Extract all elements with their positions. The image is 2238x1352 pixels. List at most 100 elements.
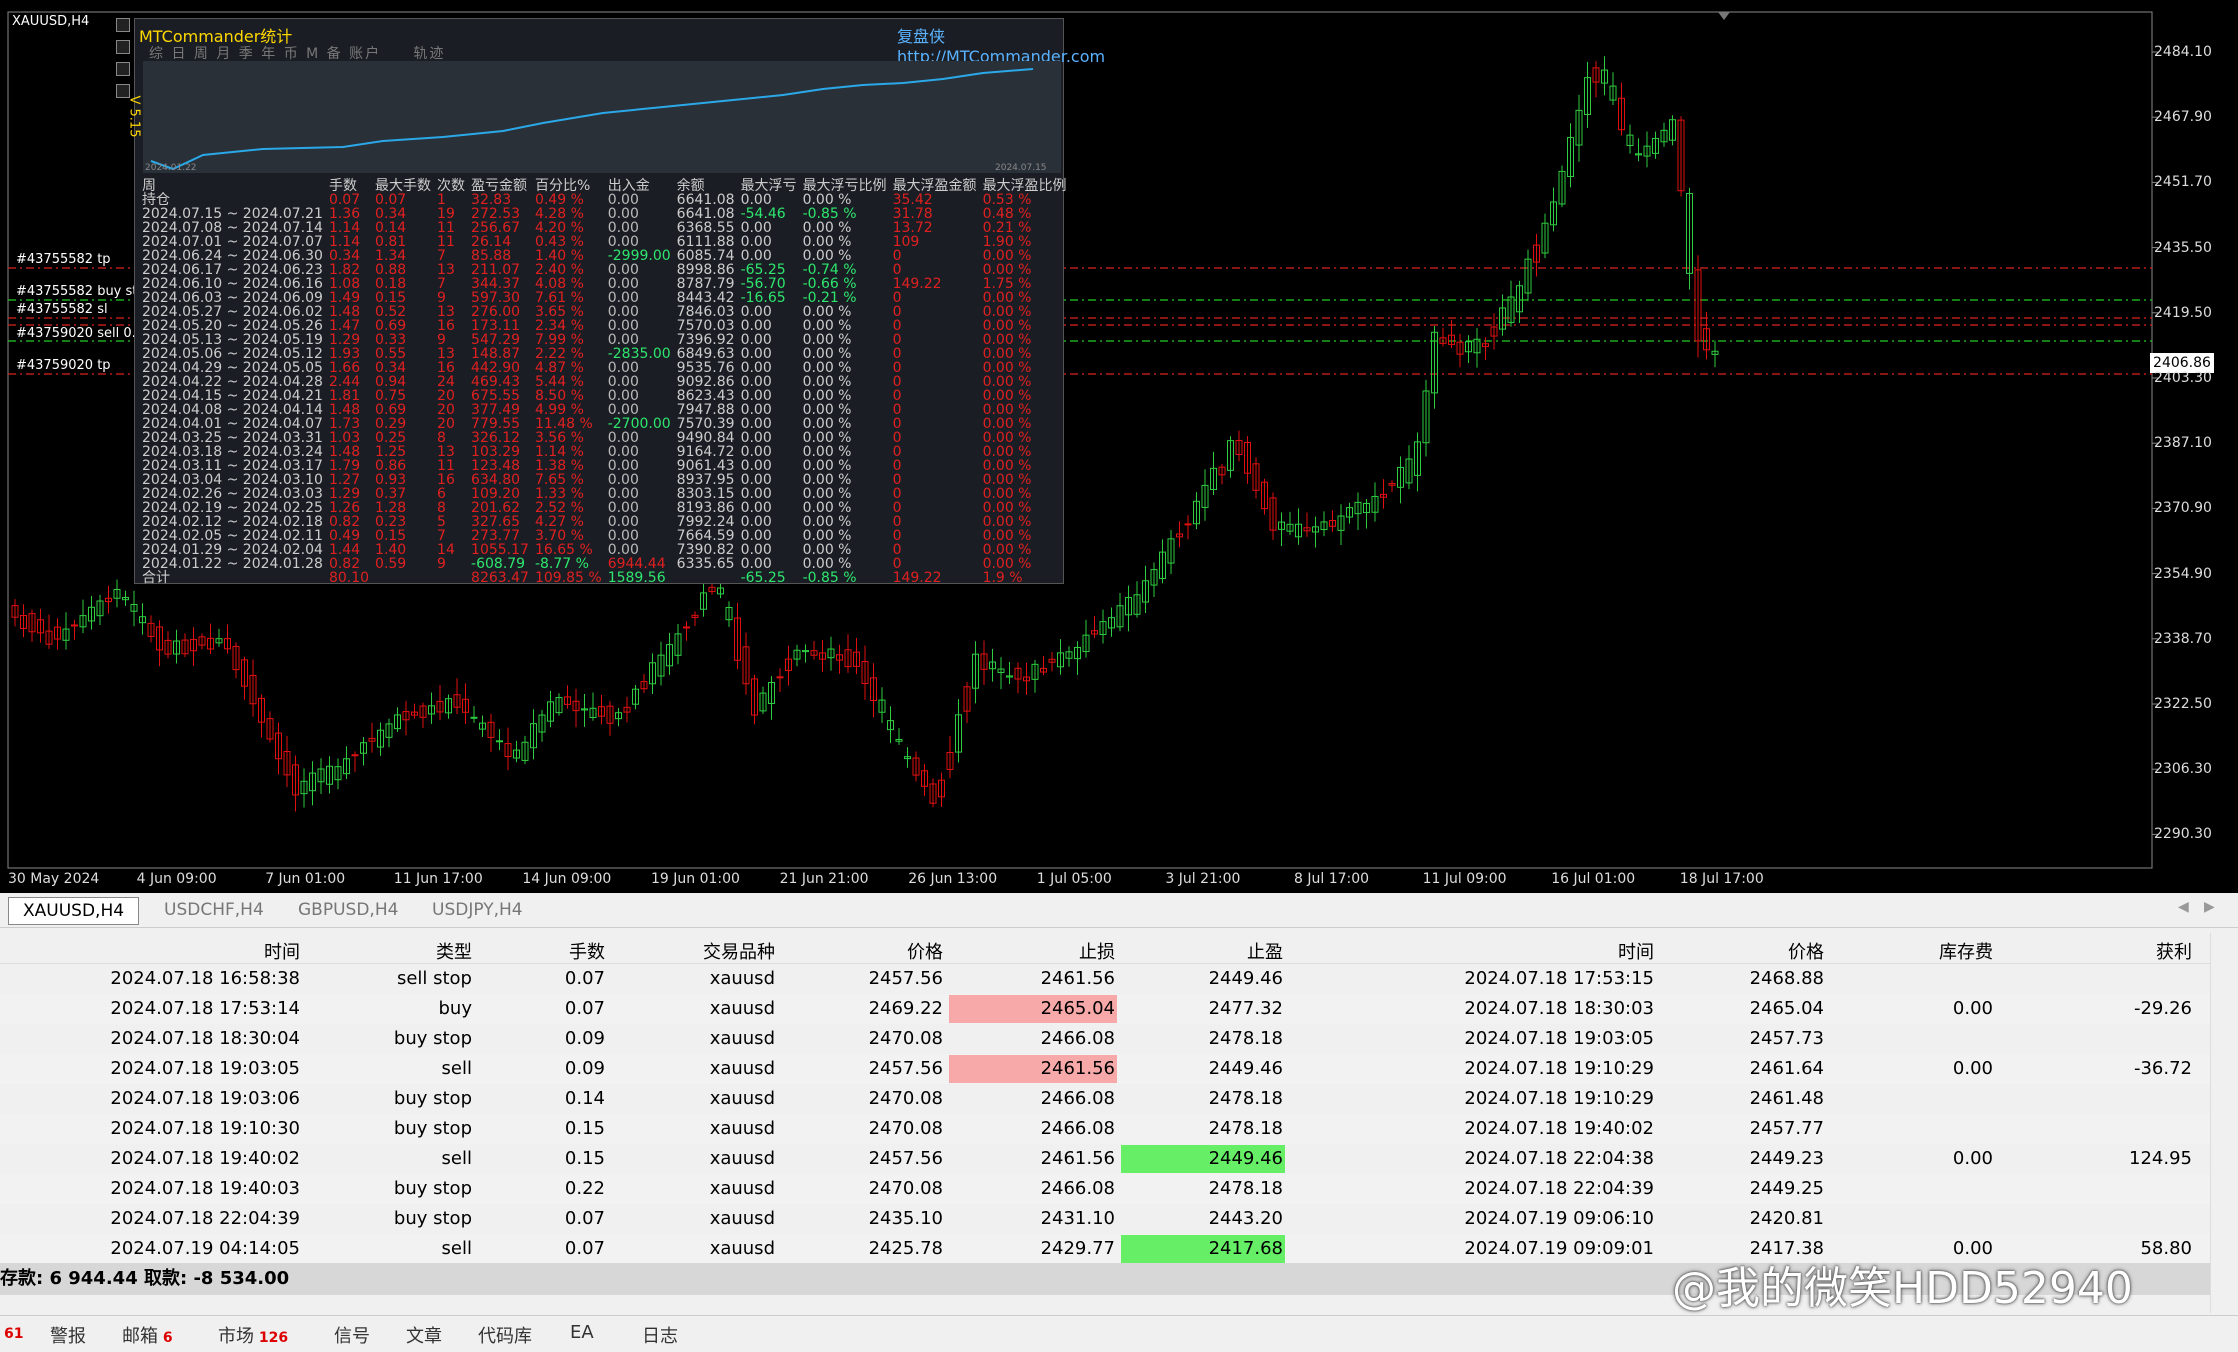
column-header[interactable]: 手数 [569, 938, 605, 964]
time-tick: 14 Jun 09:00 [522, 871, 612, 887]
stats-cell: 11 [437, 220, 455, 236]
stats-cell: 0.00 [740, 416, 772, 432]
stats-cell: 合计 [142, 570, 170, 586]
scroll-right-icon[interactable]: ▶ [2204, 899, 2215, 915]
table-cell: 2425.78 [868, 1238, 943, 1259]
stats-cell: 547.29 [471, 332, 521, 348]
stats-week-row: 2024.03.25 ~ 2024.03.31 1.03 0.25 8 326.12 3.… [139, 431, 1070, 445]
order-label[interactable]: #43755582 buy st [16, 284, 137, 299]
tab-gbpusd[interactable]: GBPUSD,H4 [284, 897, 412, 923]
order-label[interactable]: #43759020 tp [16, 358, 111, 373]
stats-cell: 6641.08 [676, 192, 735, 208]
table-row[interactable]: 2024.07.18 19:03:06 buy stop 0.14 xauusd 247… [0, 1084, 2210, 1114]
table-cell: 124.95 [2129, 1148, 2192, 1169]
stats-cell: 0 [892, 402, 902, 418]
stats-week-row: 2024.07.01 ~ 2024.07.07 1.14 0.81 11 26.14 0.… [139, 235, 1070, 249]
table-cell: 2468.88 [1749, 968, 1824, 989]
stats-cell: 675.55 [471, 388, 521, 404]
table-cell: 2470.08 [868, 1028, 943, 1049]
column-header[interactable]: 类型 [436, 938, 472, 964]
stats-cell: 0.00 % [982, 402, 1032, 418]
tab-usdchf[interactable]: USDCHF,H4 [150, 897, 278, 923]
stats-tab-track[interactable]: 轨迹 [413, 46, 445, 62]
table-cell: 2478.18 [1208, 1088, 1283, 1109]
order-label[interactable]: #43759020 sell 0.0 [16, 326, 144, 341]
stats-cell: 31.78 [892, 206, 933, 222]
column-header[interactable]: 获利 [2156, 938, 2192, 964]
terminal-tab[interactable]: 市场 126 [218, 1322, 288, 1348]
table-cell: 2457.77 [1749, 1118, 1824, 1139]
price-tick: 2419.50 [2154, 304, 2212, 321]
terminal-tab[interactable]: EA [570, 1322, 594, 1343]
stats-cell: 最大手数 [375, 178, 432, 194]
stats-cell: 109 [892, 234, 920, 250]
column-header[interactable]: 库存费 [1939, 938, 1993, 964]
column-header[interactable]: 止损 [1079, 938, 1115, 964]
stats-cell: 24 [437, 374, 455, 390]
tab-xauusd[interactable]: XAUUSD,H4 [8, 897, 140, 925]
table-row[interactable]: 2024.07.18 17:53:14 buy 0.07 xauusd 2469.22 2… [0, 994, 2210, 1024]
column-header[interactable]: 时间 [264, 938, 300, 964]
order-label[interactable]: #43755582 tp [16, 252, 111, 267]
column-header[interactable]: 时间 [1618, 938, 1654, 964]
table-row[interactable]: 2024.07.18 22:04:39 buy stop 0.07 xauusd 243… [0, 1204, 2210, 1234]
order-label[interactable]: #43755582 sl [16, 302, 108, 317]
table-row[interactable]: 2024.07.18 19:03:05 sell 0.09 xauusd 2457.56… [0, 1054, 2210, 1084]
column-header[interactable]: 止盈 [1247, 938, 1283, 964]
stats-cell: 手数 [328, 178, 357, 194]
history-header: 时间 类型 手数 交易品种 价格 止损 止盈 时间 价格 库存费 获利 [0, 933, 2210, 964]
terminal-tab[interactable]: 信号 [334, 1322, 370, 1348]
stats-cell: -0.85 % [802, 206, 857, 222]
column-header[interactable]: 价格 [907, 938, 943, 964]
scroll-left-icon[interactable]: ◀ [2178, 899, 2189, 915]
edit-icon[interactable] [116, 62, 130, 76]
stats-cell: 11.48 % [534, 416, 593, 432]
chart-symbol-title: XAUUSD,H4 [12, 14, 90, 29]
stats-period-tabs[interactable]: 综 日 周 月 季 年 币 M 备 账户 轨迹 [149, 43, 445, 63]
stats-cell: 0.93 [375, 472, 407, 488]
stats-cell: 1.28 [375, 500, 407, 516]
terminal-tab[interactable]: 文章 [406, 1322, 442, 1348]
stats-cell: 597.30 [471, 290, 521, 306]
equity-curve [150, 68, 1034, 171]
table-cell: buy stop [393, 1088, 472, 1109]
table-cell: 2461.64 [1749, 1058, 1824, 1079]
terminal-tab[interactable]: 日志 [642, 1322, 678, 1348]
table-row[interactable]: 2024.07.18 19:40:03 buy stop 0.22 xauusd 247… [0, 1174, 2210, 1204]
stats-cell: 4.08 % [534, 276, 584, 292]
terminal-tab[interactable]: 邮箱 6 [122, 1322, 173, 1348]
stats-cell: 149.22 [892, 570, 942, 586]
stats-week-row: 2024.04.15 ~ 2024.04.21 1.81 0.75 20 675.55 8… [139, 389, 1070, 403]
tab-usdjpy[interactable]: USDJPY,H4 [418, 897, 537, 923]
stats-cell: 0 [892, 542, 902, 558]
terminal-tab[interactable]: 61 [4, 1322, 23, 1343]
stats-tabs-label[interactable]: 综 日 周 月 季 年 币 M 备 账户 [149, 46, 381, 62]
time-tick: 19 Jun 01:00 [651, 871, 740, 887]
minimize-icon[interactable] [116, 18, 130, 32]
stats-cell: 百分比% [534, 178, 591, 194]
stats-cell: 123.48 [471, 458, 521, 474]
stats-cell: 2024.01.29 ~ 2024.02.04 [142, 542, 323, 558]
stats-week-row: 2024.05.06 ~ 2024.05.12 1.93 0.55 13 148.87 2… [139, 347, 1070, 361]
table-row[interactable]: 2024.07.18 18:30:04 buy stop 0.09 xauusd 247… [0, 1024, 2210, 1054]
price-tick: 2290.30 [2154, 826, 2212, 843]
column-header[interactable]: 交易品种 [703, 938, 775, 964]
stats-url-link[interactable]: 复盘侠 http://MTCommander.com [897, 23, 1105, 66]
stats-cell: 0.53 % [982, 192, 1032, 208]
terminal-tab[interactable]: 警报 [50, 1322, 86, 1348]
table-row[interactable]: 2024.07.18 19:40:02 sell 0.15 xauusd 2457.56… [0, 1144, 2210, 1174]
terminal-tab[interactable]: 代码库 [478, 1322, 532, 1348]
table-row[interactable]: 2024.07.18 19:10:30 buy stop 0.15 xauusd 247… [0, 1114, 2210, 1144]
column-header[interactable]: 价格 [1788, 938, 1824, 964]
price-chart[interactable]: XAUUSD,H4 2406.86 2484.10 2467.90 2451.70 2… [0, 0, 2238, 893]
stats-cell: 8443.42 [676, 290, 735, 306]
grid-icon[interactable] [116, 40, 130, 54]
table-row[interactable]: 2024.07.18 16:58:38 sell stop 0.07 xauusd 24… [0, 964, 2210, 994]
stats-cell: -8.77 % [534, 556, 589, 572]
history-scrollbar[interactable] [2210, 933, 2229, 1313]
stats-cell: 0.00 [607, 486, 639, 502]
stats-cell: 4.27 % [534, 514, 584, 530]
stats-cell: 0.00 % [802, 374, 852, 390]
stats-cell: 1589.56 [607, 570, 666, 586]
table-cell: buy [438, 998, 473, 1019]
